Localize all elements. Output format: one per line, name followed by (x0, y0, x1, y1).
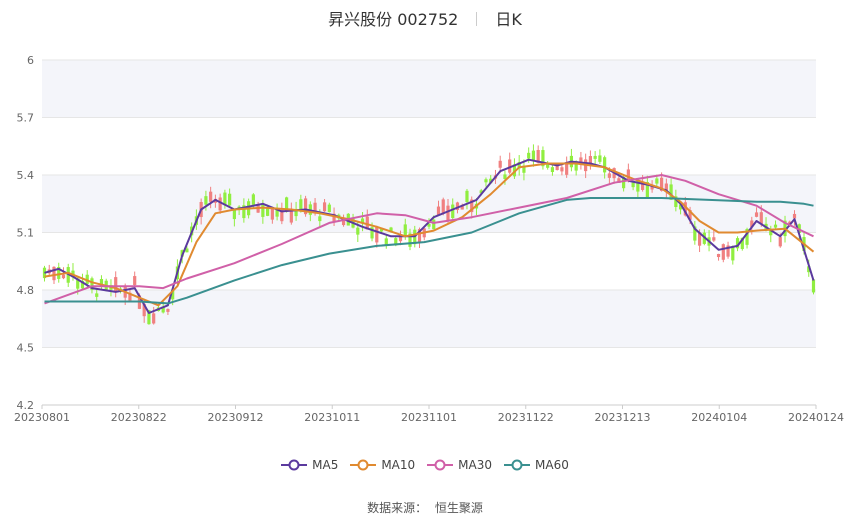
candle-body (773, 224, 778, 228)
x-tick-label: 20230912 (208, 411, 264, 424)
legend-marker-icon (281, 459, 308, 471)
candle-body (503, 174, 507, 180)
candle-body (384, 238, 388, 245)
candle-body (603, 157, 607, 173)
candle-body (446, 205, 450, 221)
candle-body (52, 266, 56, 281)
candle-body (152, 313, 156, 324)
x-tick-label: 20240124 (788, 411, 844, 424)
x-tick-label: 20231213 (595, 411, 651, 424)
y-tick-label: 4.5 (17, 342, 35, 355)
candle-body (327, 204, 331, 213)
candle-body (166, 309, 170, 312)
candle-body (432, 219, 436, 230)
candle-body (593, 155, 597, 159)
candle-body (451, 204, 455, 219)
y-tick-label: 5.4 (17, 169, 35, 182)
x-tick-label: 20231101 (401, 411, 457, 424)
candle-body (778, 237, 782, 247)
candle-body (811, 279, 816, 293)
legend-item-ma60[interactable]: MA60 (504, 458, 569, 472)
candle-body (441, 199, 445, 213)
legend-label: MA5 (312, 458, 339, 472)
candle-body (204, 196, 208, 205)
candle-body (403, 224, 407, 237)
data-source: 数据来源： 恒生聚源 (0, 499, 850, 516)
candle-body (375, 226, 379, 243)
plot-band (42, 60, 816, 118)
x-tick-label: 20231122 (498, 411, 554, 424)
legend-label: MA10 (381, 458, 416, 472)
candle-body (712, 237, 716, 241)
candle-body (716, 253, 721, 258)
candlestick-chart: 4.24.54.85.15.45.7620230801 20230822 20230… (14, 54, 844, 424)
candle-body (754, 212, 759, 217)
candle-body (322, 202, 327, 212)
legend-item-ma5[interactable]: MA5 (281, 458, 338, 472)
candle-body (792, 213, 797, 219)
candle-body (261, 204, 265, 217)
candle-body (484, 179, 488, 183)
source-provider: 恒生聚源 (434, 501, 483, 515)
candle-body (607, 173, 611, 178)
candle-body (95, 293, 99, 297)
candle-body (61, 274, 66, 279)
candle-body (498, 160, 502, 168)
candle-body (731, 247, 735, 261)
candle-body (251, 194, 255, 205)
plot-band (42, 290, 816, 348)
candle-body (560, 167, 564, 172)
candle-body (721, 244, 725, 260)
x-tick-label: 20230801 (14, 411, 70, 424)
candle-body (228, 193, 232, 206)
candle-body (465, 190, 469, 203)
candle-body (565, 163, 569, 175)
candle-body (356, 227, 360, 235)
candle-body (114, 277, 118, 293)
candle-body (289, 209, 293, 223)
legend-item-ma10[interactable]: MA10 (350, 458, 415, 472)
candle-body (655, 178, 659, 184)
y-tick-label: 4.8 (17, 284, 35, 297)
source-label: 数据来源： (367, 501, 428, 515)
y-tick-label: 5.7 (17, 112, 35, 125)
x-tick-label: 20230822 (111, 411, 167, 424)
candle-body (133, 276, 137, 286)
legend-marker-icon (504, 459, 531, 471)
legend-label: MA60 (535, 458, 569, 472)
candle-body (318, 216, 322, 222)
chart-legend: MA5 MA10 MA30 MA60 (0, 458, 850, 474)
candle-body (598, 155, 602, 162)
candle-body (527, 152, 531, 159)
x-tick-label: 20231011 (304, 411, 360, 424)
legend-label: MA30 (458, 458, 493, 472)
legend-marker-icon (350, 459, 377, 471)
legend-item-ma30[interactable]: MA30 (427, 458, 492, 472)
candle-body (550, 167, 555, 173)
y-tick-label: 5.1 (17, 227, 35, 240)
x-tick-label: 20240104 (691, 411, 747, 424)
candle-body (209, 191, 213, 202)
legend-marker-icon (427, 459, 454, 471)
y-tick-label: 6 (27, 54, 34, 67)
candle-body (631, 182, 635, 188)
